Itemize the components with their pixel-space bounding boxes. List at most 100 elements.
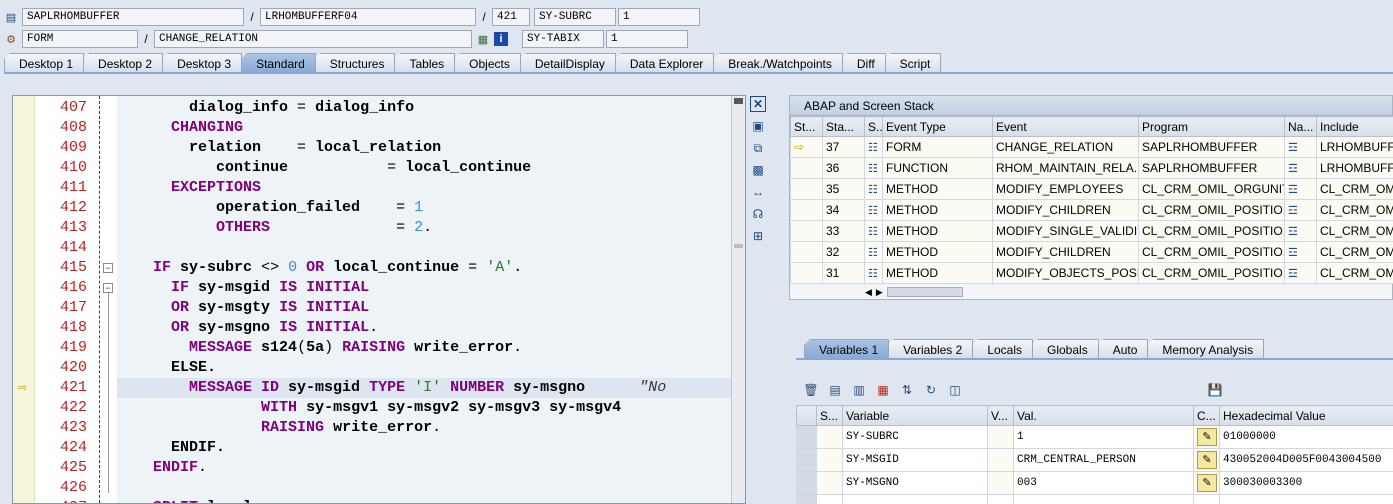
navigate-icon[interactable]: ☲ xyxy=(1288,268,1298,280)
stack-col-header[interactable]: Event xyxy=(992,116,1139,137)
stack-col-header[interactable]: Na... xyxy=(1284,116,1317,137)
scroll-thumb[interactable] xyxy=(734,244,743,248)
empty-cell[interactable] xyxy=(1013,494,1194,504)
variable-row[interactable]: SY-MSGNO 003 ✎ 300030003300 xyxy=(796,471,1393,495)
tab-standard[interactable]: Standard xyxy=(241,53,316,73)
code-line[interactable]: ELSE. xyxy=(117,358,731,378)
navigate-icon[interactable]: ☲ xyxy=(1288,205,1298,217)
code-line[interactable]: RAISING write_error. xyxy=(117,418,731,438)
var-tab-locals[interactable]: Locals xyxy=(972,339,1033,359)
scroll-up-icon[interactable] xyxy=(734,98,743,104)
code-area[interactable]: dialog_info = dialog_info CHANGING relat… xyxy=(117,96,731,503)
var-col-header[interactable]: V... xyxy=(987,405,1014,426)
code-line[interactable]: EXCEPTIONS xyxy=(117,178,731,198)
sysvar2-value[interactable]: 1 xyxy=(606,30,688,48)
editor-scrollbar[interactable] xyxy=(731,96,745,503)
empty-cell[interactable] xyxy=(1219,494,1393,504)
fold-toggle-icon[interactable]: − xyxy=(103,283,113,293)
code-line[interactable]: OR sy-msgty IS INITIAL xyxy=(117,298,731,318)
source-code-icon[interactable]: ☷ xyxy=(868,184,878,196)
select-all-cell[interactable] xyxy=(796,405,817,426)
code-line[interactable]: operation_failed = 1 xyxy=(117,198,731,218)
stack-row[interactable]: 32 ☷ METHOD MODIFY_CHILDREN CL_CRM_OMIL_POSI… xyxy=(790,241,1393,263)
delete-icon[interactable]: 🗑 xyxy=(802,381,820,399)
var-tab-globals[interactable]: Globals xyxy=(1032,339,1099,359)
code-line[interactable]: relation = local_relation xyxy=(117,138,731,158)
navigate-icon[interactable]: ☲ xyxy=(1288,226,1298,238)
copy-icon[interactable]: ⧉ xyxy=(750,140,766,156)
tab-data-explorer[interactable]: Data Explorer xyxy=(614,53,715,73)
source-code-icon[interactable]: ☷ xyxy=(868,247,878,259)
var-col-header[interactable]: C... xyxy=(1193,405,1220,426)
event-name-field[interactable]: CHANGE_RELATION xyxy=(154,30,472,48)
line-field[interactable]: 421 xyxy=(492,8,530,26)
info-icon[interactable]: i xyxy=(494,32,508,46)
code-line[interactable]: MESSAGE s124(5a) RAISING write_error. xyxy=(117,338,731,358)
sysvar1-value[interactable]: 1 xyxy=(618,8,700,26)
breakpoint-gutter[interactable]: ⇨ xyxy=(13,96,35,503)
row-selector[interactable] xyxy=(796,425,817,449)
stack-row[interactable]: ⇨ 37 ☷ FORM CHANGE_RELATION SAPLRHOMBUFFER ☲ LR… xyxy=(790,136,1393,158)
navigate-icon[interactable]: ☲ xyxy=(1288,184,1298,196)
resize-icon[interactable]: ↔ xyxy=(750,184,766,200)
source-code-icon[interactable]: ☷ xyxy=(868,226,878,238)
stack-col-header[interactable]: Program xyxy=(1138,116,1285,137)
var-tab-variables-2[interactable]: Variables 2 xyxy=(888,339,974,359)
event-type-field[interactable]: FORM xyxy=(22,30,138,48)
stack-row[interactable]: 36 ☷ FUNCTION RHOM_MAINTAIN_RELA... SAPLRHOM… xyxy=(790,157,1393,179)
edit-pencil-icon[interactable]: ✎ xyxy=(1197,428,1217,446)
var-col-header[interactable]: Hexadecimal Value xyxy=(1219,405,1393,426)
stack-col-header[interactable]: St... xyxy=(790,116,823,137)
code-line[interactable]: IF sy-subrc <> 0 OR local_continue = 'A'… xyxy=(117,258,731,278)
code-line[interactable]: ENDIF. xyxy=(117,458,731,478)
code-line[interactable] xyxy=(117,238,731,258)
stack-col-header[interactable]: Include xyxy=(1316,116,1393,137)
source-code-icon[interactable]: ☷ xyxy=(868,268,878,280)
tab-script[interactable]: Script xyxy=(884,53,942,73)
stack-col-header[interactable]: Sta... xyxy=(822,116,865,137)
close-icon[interactable]: ✕ xyxy=(750,96,766,112)
var-tab-memory-analysis[interactable]: Memory Analysis xyxy=(1147,339,1265,359)
tab-desktop-2[interactable]: Desktop 2 xyxy=(83,53,164,73)
fullscreen-icon[interactable]: ▩ xyxy=(750,162,766,178)
code-line[interactable]: continue = local_continue xyxy=(117,158,731,178)
empty-cell[interactable] xyxy=(796,494,817,504)
new-window-icon[interactable]: ▣ xyxy=(750,118,766,134)
edit-pencil-icon[interactable]: ✎ xyxy=(1197,451,1217,469)
display-icon[interactable]: ▦ xyxy=(476,32,490,46)
source-code-icon[interactable]: ☷ xyxy=(868,205,878,217)
tab-tables[interactable]: Tables xyxy=(394,53,456,73)
code-line[interactable]: IF sy-msgid IS INITIAL xyxy=(117,278,731,298)
fold-toggle-icon[interactable]: − xyxy=(103,263,113,273)
navigate-icon[interactable]: ☲ xyxy=(1288,163,1298,175)
edit-pencil-icon[interactable]: ✎ xyxy=(1197,474,1217,492)
remove-row-icon[interactable]: ▦ xyxy=(874,381,892,399)
program-field[interactable]: SAPLRHOMBUFFER xyxy=(22,8,244,26)
var-tab-auto[interactable]: Auto xyxy=(1097,339,1149,359)
source-code-icon[interactable]: ☷ xyxy=(868,142,878,154)
stack-row[interactable]: 31 ☷ METHOD MODIFY_OBJECTS_POSI... CL_CRM_OM… xyxy=(790,262,1393,284)
variable-name[interactable]: SY-MSGID xyxy=(842,448,988,472)
var-col-header[interactable]: Variable xyxy=(842,405,988,426)
scroll-right-icon[interactable]: ▶ xyxy=(876,287,883,298)
var-col-header[interactable]: S... xyxy=(816,405,843,426)
empty-cell[interactable] xyxy=(1193,494,1220,504)
code-line[interactable]: OTHERS = 2. xyxy=(117,218,731,238)
tab-break-watchpoints[interactable]: Break./Watchpoints xyxy=(713,53,843,73)
stack-col-header[interactable]: S... xyxy=(864,116,883,137)
variable-row[interactable]: SY-SUBRC 1 ✎ 01000000 xyxy=(796,425,1393,449)
code-line[interactable]: MESSAGE ID sy-msgid TYPE 'I' NUMBER sy-m… xyxy=(117,378,731,398)
options-icon[interactable]: ◫ xyxy=(946,381,964,399)
tab-diff[interactable]: Diff xyxy=(841,53,886,73)
stack-col-header[interactable]: Event Type xyxy=(882,116,993,137)
variable-name[interactable]: SY-MSGNO xyxy=(842,471,988,495)
scroll-left-icon[interactable]: ◀ xyxy=(865,287,872,298)
empty-cell[interactable] xyxy=(987,494,1014,504)
tab-detaildisplay[interactable]: DetailDisplay xyxy=(519,53,616,73)
variable-name[interactable]: SY-SUBRC xyxy=(842,425,988,449)
code-line[interactable]: dialog_info = dialog_info xyxy=(117,98,731,118)
refresh-icon[interactable]: ↻ xyxy=(922,381,940,399)
tab-structures[interactable]: Structures xyxy=(314,53,396,73)
stack-row[interactable]: 33 ☷ METHOD MODIFY_SINGLE_VALIDI... CL_CRM_O… xyxy=(790,220,1393,242)
code-line[interactable]: CHANGING xyxy=(117,118,731,138)
